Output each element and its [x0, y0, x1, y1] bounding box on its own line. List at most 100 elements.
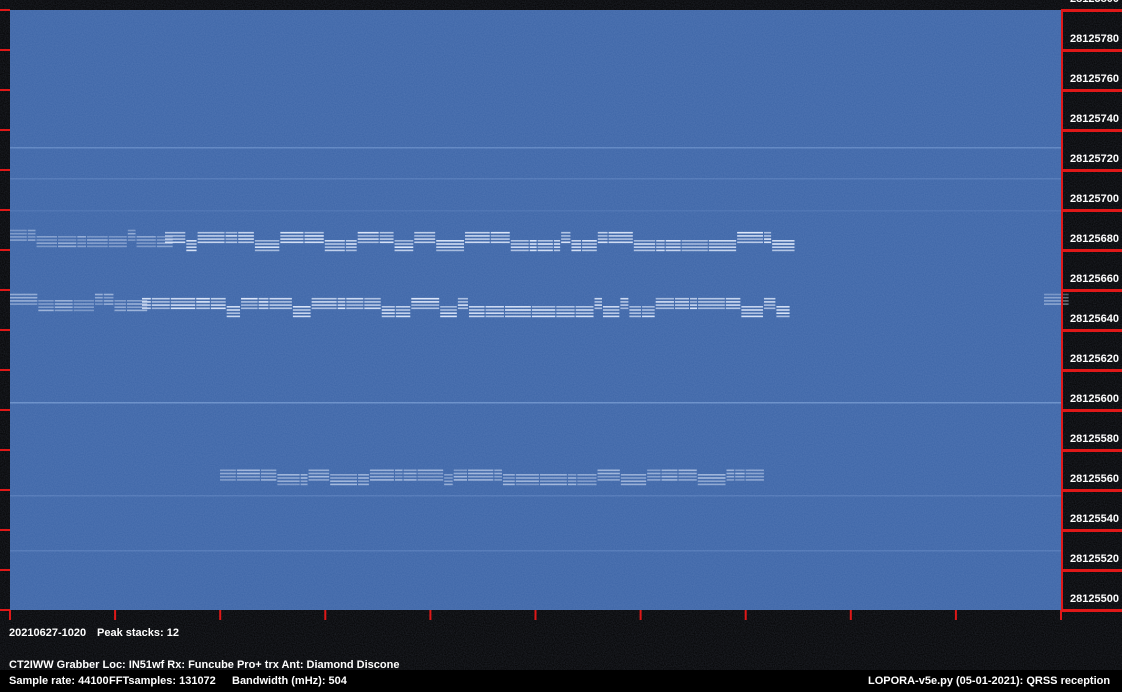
signal-segment: [537, 246, 553, 248]
signal-segment: [577, 474, 597, 476]
signal-segment: [567, 480, 577, 482]
signal-segment: [698, 304, 725, 306]
frequency-label: 28125680: [1070, 233, 1119, 245]
signal-segment: [502, 477, 515, 479]
signal-segment: [629, 309, 642, 311]
signal-segment: [337, 304, 346, 306]
signal-segment: [608, 231, 633, 234]
signal-segment: [38, 309, 54, 312]
signal-segment: [77, 242, 86, 244]
signal-segment: [655, 304, 674, 306]
signal-segment: [403, 469, 417, 472]
signal-segment: [764, 235, 772, 237]
signal-segment: [196, 297, 210, 300]
signal-segment: [57, 236, 77, 238]
signal-segment: [114, 303, 126, 305]
time-tick: [9, 610, 11, 620]
frequency-tick-right: [1061, 289, 1122, 292]
signal-segment: [86, 245, 108, 248]
signal-segment: [170, 307, 196, 310]
signal-segment: [151, 304, 170, 306]
signal-segment: [210, 297, 226, 300]
signal-segment: [465, 238, 490, 240]
signal-segment: [254, 249, 280, 252]
signal-segment: [642, 312, 655, 314]
signal-segment: [665, 249, 681, 252]
signal-segment: [324, 249, 345, 252]
signal-segment: [602, 309, 620, 311]
signal-segment: [300, 477, 308, 479]
signal-segment: [567, 483, 577, 486]
frequency-tick-left: [0, 529, 10, 531]
signal-segment: [114, 309, 126, 312]
signal-segment: [575, 312, 594, 314]
station-info: CT2IWW Grabber Loc: IN51wf Rx: Funcube P…: [9, 659, 400, 671]
signal-segment: [292, 312, 311, 314]
signal-segment: [73, 309, 94, 312]
signal-segment: [258, 307, 269, 310]
signal-segment: [457, 307, 468, 310]
signal-segment: [292, 309, 311, 311]
signal-segment: [504, 312, 531, 314]
signal-segment: [225, 235, 238, 237]
signal-segment: [620, 297, 629, 300]
frequency-label: 28125520: [1070, 553, 1119, 565]
signal-segment: [381, 309, 395, 311]
frequency-tick-left: [0, 89, 10, 91]
signal-segment: [678, 475, 697, 478]
signal-segment: [57, 245, 77, 248]
signal-segment: [277, 474, 300, 476]
signal-segment: [142, 301, 151, 303]
signal-segment: [674, 301, 689, 303]
signal-segment: [369, 469, 394, 472]
signal-segment: [655, 307, 674, 310]
frequency-tick-left: [0, 449, 10, 451]
signal-segment: [575, 315, 594, 318]
signal-segment: [697, 480, 726, 482]
signal-segment: [358, 477, 369, 479]
signal-segment: [136, 236, 156, 238]
signal-segment: [292, 315, 311, 318]
signal-segment: [77, 239, 86, 241]
signal-segment: [642, 306, 655, 308]
signal-segment: [735, 475, 745, 478]
signal-segment: [403, 479, 417, 481]
signal-segment: [236, 469, 260, 472]
signal-segment: [741, 315, 763, 318]
frequency-label: 28125760: [1070, 73, 1119, 85]
signal-segment: [108, 236, 127, 238]
signal-segment: [10, 239, 27, 241]
signal-segment: [665, 240, 681, 242]
signal-segment: [453, 472, 468, 475]
signal-segment: [633, 240, 656, 242]
signal-segment: [369, 475, 394, 478]
frequency-label: 28125780: [1070, 33, 1119, 45]
signal-segment: [1044, 296, 1069, 299]
signal-segment: [504, 315, 531, 318]
signal-segment: [394, 243, 414, 245]
signal-segment: [414, 231, 436, 234]
time-tick: [954, 610, 957, 620]
frequency-tick-right: [1061, 49, 1122, 52]
signal-segment: [277, 480, 300, 482]
signal-segment: [571, 240, 582, 242]
signal-segment: [594, 304, 602, 306]
signal-segment: [197, 231, 225, 234]
signal-segment: [10, 300, 38, 302]
signal-segment: [10, 303, 38, 305]
signal-segment: [510, 249, 529, 252]
signal-segment: [468, 315, 485, 318]
signal-segment: [556, 312, 575, 314]
signal-segment: [86, 239, 108, 241]
signal-segment: [689, 304, 698, 306]
signal-segment: [411, 301, 440, 303]
carrier-line: [10, 495, 1061, 497]
signal-segment: [36, 236, 57, 238]
signal-segment: [254, 243, 280, 245]
signal-segment: [725, 297, 741, 300]
signal-segment: [269, 304, 292, 306]
signal-segment: [597, 469, 620, 472]
signal-segment: [241, 307, 258, 310]
frequency-label: 28125620: [1070, 353, 1119, 365]
signal-segment: [735, 479, 745, 481]
